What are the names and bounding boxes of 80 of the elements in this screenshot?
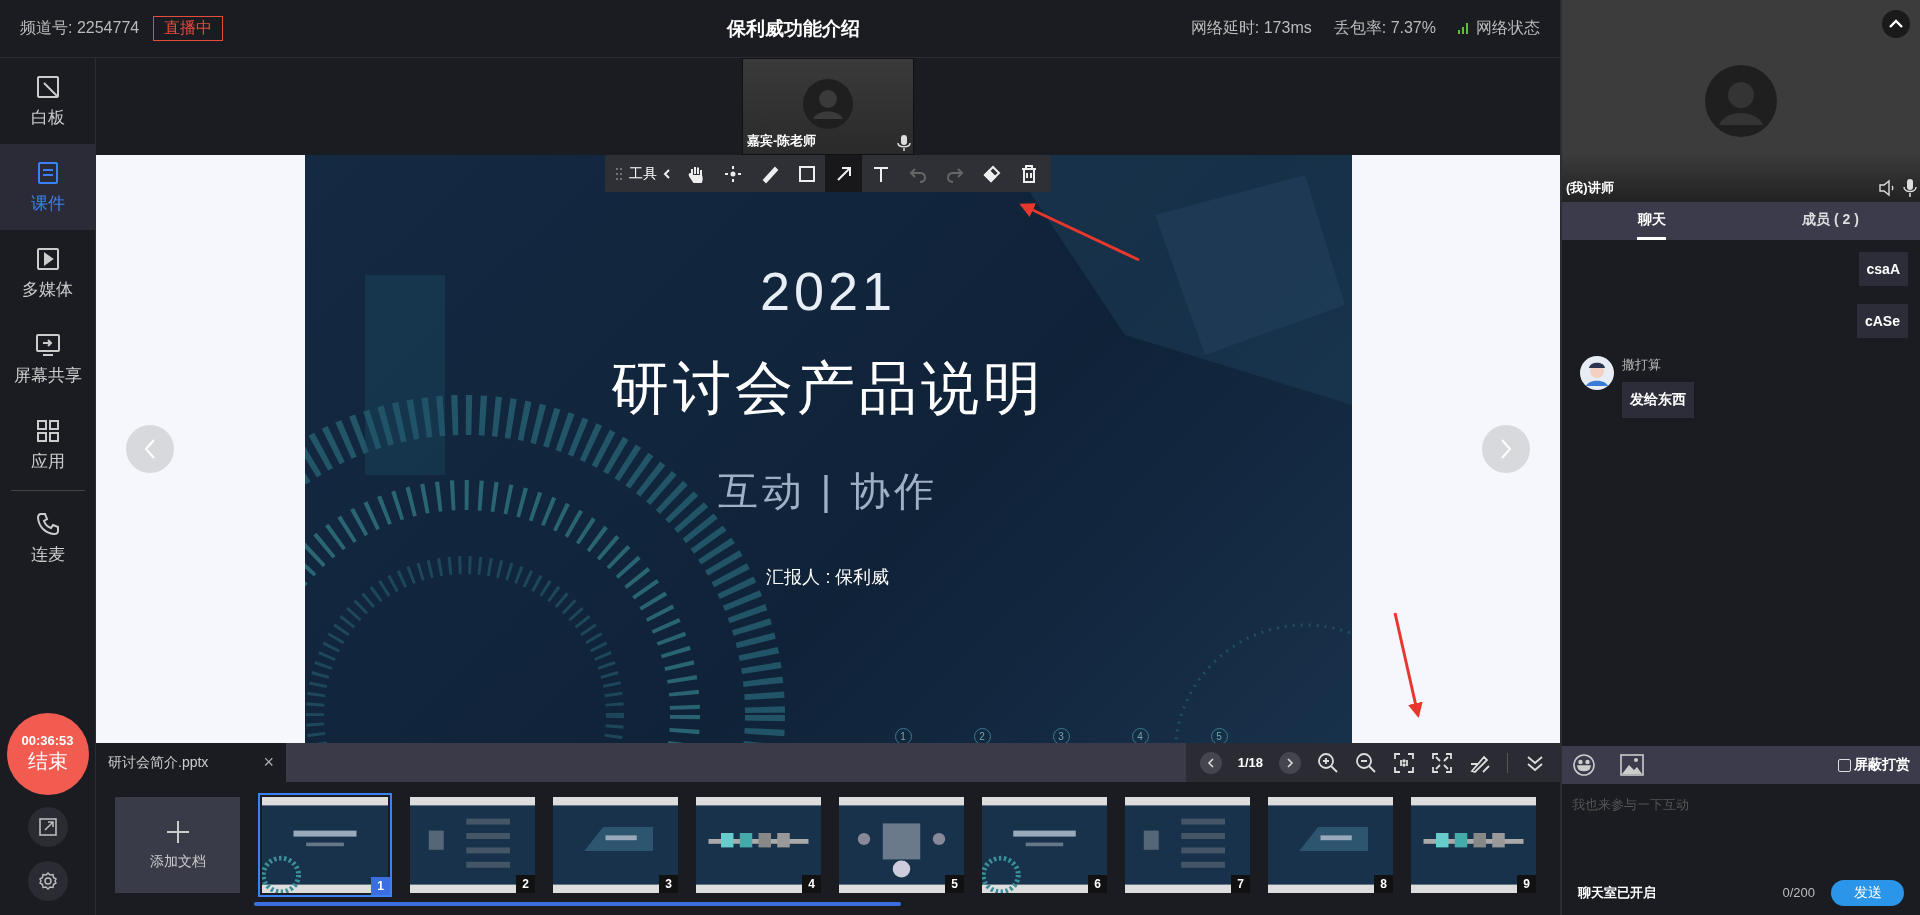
settings-button[interactable] xyxy=(27,861,68,901)
emoji-icon[interactable] xyxy=(1572,753,1596,777)
scrollbar[interactable] xyxy=(254,902,901,906)
network-latency: 网络延时: 173ms xyxy=(1190,18,1312,38)
previous-page-button[interactable] xyxy=(1199,751,1222,774)
plus-icon xyxy=(164,818,191,845)
guest-name: 嘉宾-陈老师 xyxy=(747,132,817,150)
page-indicator: 1/18 xyxy=(1237,755,1263,770)
chat-status: 聊天室已开启 xyxy=(1578,883,1656,902)
close-tab-button[interactable]: × xyxy=(263,752,274,773)
chat-message: cASe xyxy=(1856,304,1908,338)
speaker-icon[interactable] xyxy=(1878,179,1896,197)
slide-thumbnail[interactable]: 5 xyxy=(839,796,964,893)
avatar-icon xyxy=(803,79,853,129)
microphone-icon[interactable] xyxy=(1902,178,1918,198)
chevron-left-icon xyxy=(1206,757,1215,768)
screen-icon xyxy=(34,331,61,358)
fullscreen-icon[interactable] xyxy=(1431,751,1453,774)
live-badge: 直播中 xyxy=(153,16,224,41)
sender-name: 撒打算 xyxy=(1622,356,1661,374)
sidebar-item[interactable]: 课件 xyxy=(0,144,95,230)
avatar-icon xyxy=(1705,65,1777,137)
slide-thumbnail[interactable]: 3 xyxy=(553,796,678,893)
slide-thumbnail[interactable]: 8 xyxy=(1268,796,1393,893)
media-icon xyxy=(34,245,61,272)
microphone-icon xyxy=(897,134,911,152)
sidebar-item[interactable]: 应用 xyxy=(0,402,95,488)
slide-thumbnail[interactable]: 9 xyxy=(1411,796,1536,893)
document-name: 研讨会简介.pptx xyxy=(108,753,209,772)
toolbar-label: 工具 xyxy=(629,164,657,183)
external-link-icon xyxy=(37,817,58,837)
collapse-video-button[interactable] xyxy=(1882,10,1910,38)
chat-tab[interactable]: 成员 ( 2 ) xyxy=(1741,202,1920,240)
chat-tab[interactable]: 聊天 xyxy=(1562,202,1741,240)
chevron-up-icon xyxy=(1888,19,1904,29)
image-icon[interactable] xyxy=(1620,754,1644,776)
signal-icon xyxy=(1458,23,1468,34)
user-avatar-icon xyxy=(1580,356,1614,390)
zoom-out-icon[interactable] xyxy=(1355,751,1377,774)
channel-number: 频道号: 2254774 xyxy=(20,18,140,38)
network-status-link[interactable]: 网络状态 xyxy=(1476,18,1540,39)
zoom-in-icon[interactable] xyxy=(1317,751,1339,774)
next-page-button[interactable] xyxy=(1279,751,1301,774)
rect-icon xyxy=(796,163,817,184)
packet-loss: 丢包率: 7.37% xyxy=(1333,18,1436,38)
chat-message: csaA xyxy=(1858,252,1908,286)
apps-icon xyxy=(34,417,61,444)
move-icon xyxy=(722,163,743,184)
sidebar-item[interactable]: 多媒体 xyxy=(0,230,95,316)
slide-thumbnail[interactable]: 4 xyxy=(696,796,821,893)
host-name: (我)讲师 xyxy=(1566,179,1614,197)
arrow-tool[interactable] xyxy=(825,155,862,192)
fit-size-icon[interactable] xyxy=(1393,751,1415,774)
slide-year: 2021 xyxy=(759,260,897,322)
settings-icon xyxy=(37,871,58,891)
block-gifts-checkbox[interactable]: 屏蔽打赏 xyxy=(1838,756,1910,774)
room-title: 保利威功能介绍 xyxy=(725,16,861,41)
sidebar-item[interactable]: 屏幕共享 xyxy=(0,316,95,402)
document-tab[interactable]: 研讨会简介.pptx × xyxy=(96,743,286,782)
eraser-icon xyxy=(981,163,1002,184)
drag-handle-icon[interactable] xyxy=(615,166,623,181)
slide-thumbnail[interactable]: 6 xyxy=(982,796,1107,893)
chevron-right-icon xyxy=(1499,438,1513,460)
phone-icon xyxy=(34,510,61,537)
slide-presenter: 汇报人 : 保利威 xyxy=(766,566,890,589)
add-document-button[interactable]: 添加文档 xyxy=(115,796,240,893)
slide-thumbnail[interactable]: 1 xyxy=(258,792,392,897)
chevron-right-icon xyxy=(1286,757,1294,768)
chevron-left-icon xyxy=(143,438,157,460)
whiteboard-icon xyxy=(34,73,61,100)
slide-title: 研讨会产品说明 xyxy=(611,354,1045,422)
popout-button[interactable] xyxy=(27,807,68,847)
slide-subtitle: 互动 | 协作 xyxy=(717,468,939,515)
sidebar-item[interactable]: 白板 xyxy=(0,58,95,144)
chat-message: 发给东西 xyxy=(1622,382,1694,418)
collapse-chevron-icon[interactable] xyxy=(663,167,671,180)
slide-thumbnail[interactable]: 2 xyxy=(410,796,535,893)
character-count: 0/200 xyxy=(1782,885,1815,900)
slide-thumbnail[interactable]: 7 xyxy=(1125,796,1250,893)
sidebar-item[interactable]: 连麦 xyxy=(0,495,95,581)
